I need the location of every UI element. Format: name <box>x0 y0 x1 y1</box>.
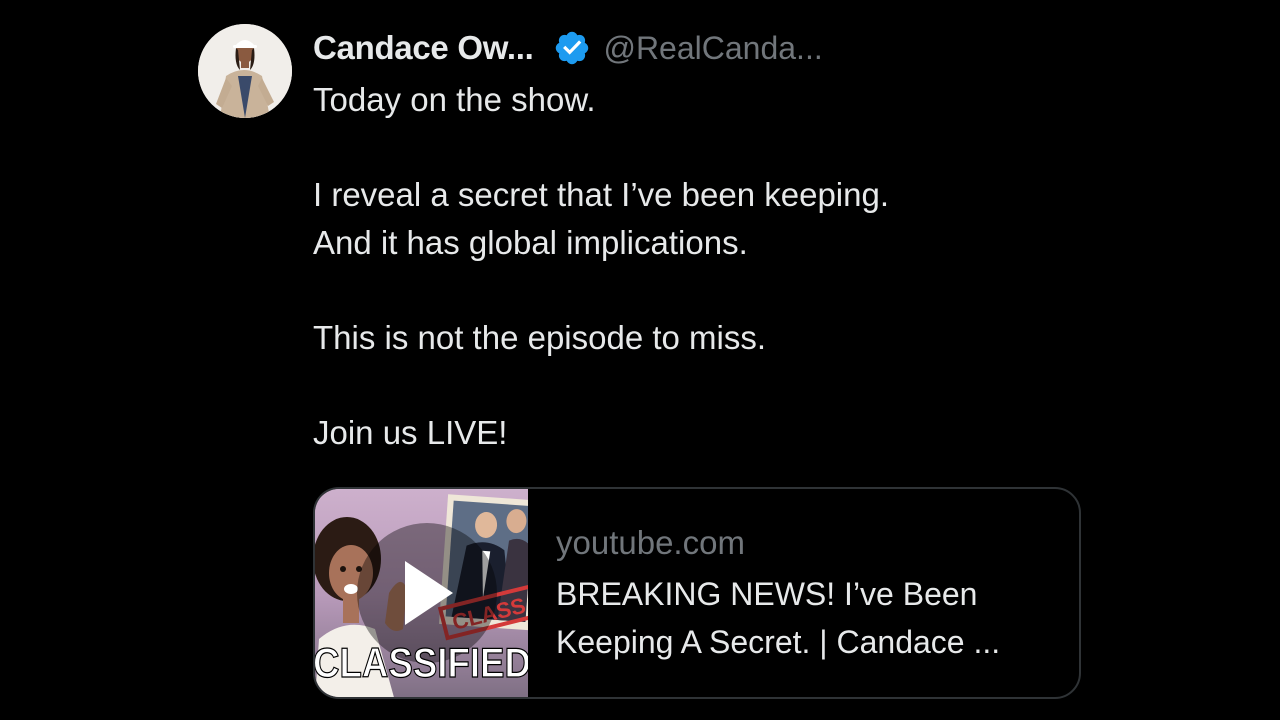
tweet-text: Today on the show. I reveal a secret tha… <box>313 81 890 451</box>
link-card-info: youtube.com BREAKING NEWS! I’ve Been Kee… <box>528 489 1079 697</box>
author-handle[interactable]: @RealCanda... <box>603 30 822 67</box>
avatar[interactable] <box>198 24 292 118</box>
tweet[interactable]: Candace Ow... @RealCanda... Today on the… <box>0 0 1280 720</box>
link-card-domain: youtube.com <box>556 524 745 561</box>
link-card[interactable]: CLASS CLASSIFIED youtube.com BREAKING NE… <box>313 487 1081 699</box>
link-card-title[interactable]: BREAKING NEWS! I’ve Been Keeping A Secre… <box>556 570 1056 666</box>
verified-badge-icon[interactable] <box>553 29 591 67</box>
link-card-thumbnail: CLASS CLASSIFIED <box>315 489 528 697</box>
avatar-image <box>198 24 292 118</box>
tweet-header: Candace Ow... @RealCanda... <box>313 26 823 70</box>
author-display-name[interactable]: Candace Ow... <box>313 29 534 67</box>
thumbnail-banner-text: CLASSIFIED <box>315 639 528 686</box>
